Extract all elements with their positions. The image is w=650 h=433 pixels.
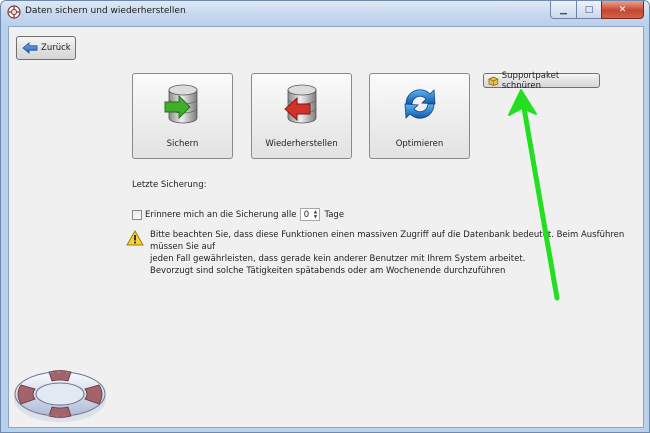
warning-line-3: Bevorzugt sind solche Tätigkeiten spätab… — [150, 266, 506, 276]
database-backup-icon — [164, 84, 198, 124]
maximize-icon: □ — [584, 4, 594, 15]
reminder-prefix-label: Erinnere mich an die Sicherung alle — [145, 209, 297, 220]
maximize-button[interactable]: □ — [576, 1, 601, 19]
reminder-days-stepper[interactable]: 0 ▲ ▼ — [300, 208, 321, 221]
window-title: Daten sichern und wiederherstellen — [25, 6, 186, 16]
package-icon — [488, 76, 499, 86]
reminder-checkbox[interactable] — [132, 209, 142, 220]
close-icon: ✕ — [618, 4, 627, 15]
database-restore-icon — [284, 84, 317, 124]
last-backup-label: Letzte Sicherung: — [132, 180, 207, 190]
reminder-days-value[interactable]: 0 — [301, 210, 311, 220]
warning-icon — [126, 230, 144, 246]
warning-line-1: Bitte beachten Sie, dass diese Funktione… — [150, 230, 625, 252]
app-icon — [7, 5, 21, 19]
back-button-label: Zurück — [41, 43, 71, 53]
lifebuoy-icon — [14, 370, 106, 422]
back-button[interactable]: Zurück — [16, 36, 76, 60]
refresh-icon — [404, 89, 436, 119]
back-arrow-icon — [22, 42, 38, 54]
optimize-button-label: Optimieren — [395, 139, 444, 149]
title-bar[interactable]: Daten sichern und wiederherstellen ▁ □ ✕ — [1, 1, 649, 23]
app-window: Daten sichern und wiederherstellen ▁ □ ✕… — [0, 0, 650, 433]
optimize-button[interactable]: Optimieren — [369, 73, 470, 159]
minimize-icon: ▁ — [560, 4, 567, 15]
support-package-label: Supportpaket schnüren — [501, 70, 560, 91]
client-area: Zurück Sichern Wiederherstellen Optimier… — [8, 26, 644, 428]
minimize-button[interactable]: ▁ — [550, 1, 576, 19]
restore-button[interactable]: Wiederherstellen — [251, 73, 352, 159]
close-button[interactable]: ✕ — [601, 1, 644, 19]
warning-line-2: jeden Fall gewährleisten, dass gerade ke… — [150, 254, 526, 264]
reminder-suffix-label: Tage — [324, 209, 345, 220]
backup-button[interactable]: Sichern — [132, 73, 233, 159]
restore-button-label: Wiederherstellen — [265, 139, 338, 149]
warning-message: Bitte beachten Sie, dass diese Funktione… — [150, 229, 640, 277]
window-controls: ▁ □ ✕ — [550, 1, 644, 19]
support-package-button[interactable]: Supportpaket schnüren — [483, 70, 600, 91]
backup-button-label: Sichern — [166, 139, 199, 149]
stepper-arrows-icon[interactable]: ▲ ▼ — [311, 209, 319, 220]
reminder-row: Erinnere mich an die Sicherung alle 0 ▲ ▼… — [132, 208, 344, 221]
